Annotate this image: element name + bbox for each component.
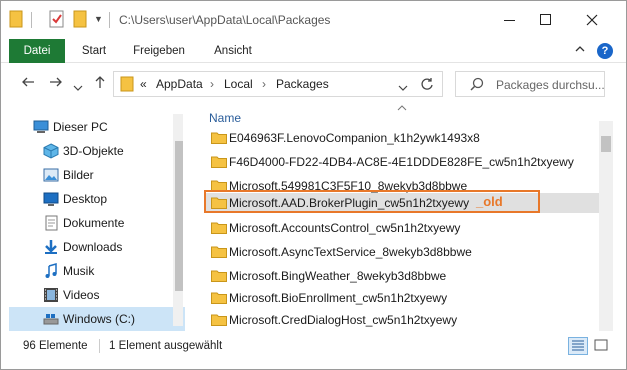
folder-icon	[211, 313, 227, 326]
column-header-name[interactable]: Name	[209, 111, 241, 125]
tab-ansicht[interactable]: Ansicht	[203, 39, 263, 63]
sidebar-item-label: Musik	[63, 264, 95, 278]
collapse-ribbon-icon[interactable]	[575, 44, 585, 56]
maximize-button[interactable]	[523, 1, 569, 39]
folder-icon	[211, 131, 227, 144]
list-item[interactable]: E046963F.LenovoCompanion_k1h2ywk1493x8	[205, 127, 600, 149]
sort-ascending-icon[interactable]	[397, 103, 407, 114]
folder-icon	[211, 155, 227, 168]
sidebar-scroll-thumb[interactable]	[175, 141, 183, 291]
folder-icon	[211, 291, 227, 304]
list-item[interactable]: Microsoft.BioEnrollment_cw5n1h2txyewy	[205, 287, 600, 309]
video-icon	[43, 287, 59, 303]
folder-name: F46D4000-FD22-4DB4-AC8E-4E1DDDE828FE_cw5…	[229, 155, 574, 169]
sidebar-item-label: Bilder	[63, 168, 94, 182]
old-annotation-label: _old	[476, 194, 503, 209]
explorer-window: ▼ C:\Users\user\AppData\Local\Packages D…	[0, 0, 627, 370]
list-item[interactable]: Microsoft.AsyncTextService_8wekyb3d8bbwe	[205, 241, 600, 263]
forward-arrow-icon[interactable]	[49, 75, 63, 92]
back-arrow-icon[interactable]	[21, 75, 35, 92]
folder-icon	[211, 221, 227, 234]
ribbon-tabs: Datei Start Freigeben Ansicht ?	[1, 39, 626, 63]
divider	[31, 12, 33, 32]
folder-name: Microsoft.CredDialogHost_cw5n1h2txyewy	[229, 313, 458, 327]
selection-count: 1 Element ausgewählt	[109, 340, 223, 352]
details-view-button[interactable]	[568, 337, 588, 355]
large-icons-view-button[interactable]	[592, 337, 612, 355]
properties-icon[interactable]	[49, 10, 65, 30]
sidebar-item-label: Windows (C:)	[63, 312, 136, 326]
sidebar-item-label: Desktop	[63, 192, 108, 206]
pc-icon	[33, 119, 49, 135]
list-item[interactable]: Microsoft.BingWeather_8wekyb3d8bbwe	[205, 265, 600, 287]
documents-icon	[43, 215, 59, 231]
search-icon	[470, 77, 484, 94]
sidebar-item-windows-c[interactable]: Windows (C:)	[9, 307, 185, 331]
status-bar: 96 Elemente 1 Element ausgewählt	[1, 333, 626, 359]
list-item[interactable]: Microsoft.AccountsControl_cw5n1h2txyewy	[205, 217, 600, 239]
sidebar-item-dieser-pc[interactable]: Dieser PC	[9, 115, 185, 139]
folder-icon	[211, 269, 227, 282]
crumb-separator[interactable]: ›	[210, 77, 214, 91]
overflow-crumb[interactable]: «	[140, 77, 147, 91]
file-list-scrollbar[interactable]	[599, 121, 613, 331]
desktop-icon	[43, 191, 59, 207]
sidebar-item-bilder[interactable]: Bilder	[9, 163, 185, 187]
sidebar-item-downloads[interactable]: Downloads	[9, 235, 185, 259]
crumb-separator[interactable]: ›	[262, 77, 266, 91]
tab-start[interactable]: Start	[69, 39, 119, 63]
sidebar-item-label: Videos	[63, 288, 100, 302]
folder-name: Microsoft.AccountsControl_cw5n1h2txyewy	[229, 221, 461, 235]
up-arrow-icon[interactable]	[93, 75, 107, 92]
crumb-packages[interactable]: Packages	[276, 77, 329, 91]
navigation-pane: Dieser PC 3D-Objekte Bilder Desktop Doku…	[9, 105, 185, 331]
crumb-local[interactable]: Local	[224, 77, 253, 91]
sidebar-item-videos[interactable]: Videos	[9, 283, 185, 307]
music-icon	[43, 263, 59, 279]
sidebar-item-3d-objekte[interactable]: 3D-Objekte	[9, 139, 185, 163]
folder-icon	[211, 245, 227, 258]
address-dropdown-icon[interactable]	[398, 81, 408, 95]
drive-icon	[43, 311, 59, 327]
sidebar-item-dokumente[interactable]: Dokumente	[9, 211, 185, 235]
sidebar-item-desktop[interactable]: Desktop	[9, 187, 185, 211]
new-folder-icon[interactable]	[73, 10, 87, 30]
list-item[interactable]: F46D4000-FD22-4DB4-AC8E-4E1DDDE828FE_cw5…	[205, 151, 600, 173]
folder-icon	[120, 76, 134, 95]
divider	[109, 12, 111, 32]
sidebar-item-label: 3D-Objekte	[63, 144, 124, 158]
sidebar-item-label: Downloads	[63, 240, 123, 254]
folder-name: Microsoft.AsyncTextService_8wekyb3d8bbwe	[229, 245, 472, 259]
folder-name: Microsoft.BioEnrollment_cw5n1h2txyewy	[229, 291, 448, 305]
help-button[interactable]: ?	[597, 43, 613, 59]
download-icon	[43, 239, 59, 255]
navigation-bar: « AppData › Local › Packages Packages du…	[1, 63, 626, 105]
search-input[interactable]: Packages durchsu...	[455, 71, 605, 97]
file-list: Name E046963F.LenovoCompanion_k1h2ywk149…	[197, 105, 617, 331]
status-divider	[99, 339, 100, 353]
refresh-icon[interactable]	[420, 77, 434, 94]
folder-icon[interactable]	[9, 10, 23, 30]
qa-dropdown-icon[interactable]: ▼	[94, 14, 103, 34]
window-title: C:\Users\user\AppData\Local\Packages	[119, 13, 331, 27]
pictures-icon	[43, 167, 59, 183]
folder-name: Microsoft.BingWeather_8wekyb3d8bbwe	[229, 269, 447, 283]
address-bar[interactable]: « AppData › Local › Packages	[113, 71, 443, 97]
sidebar-item-label: Dieser PC	[53, 120, 108, 134]
search-placeholder: Packages durchsu...	[496, 78, 605, 92]
list-item[interactable]: Microsoft.CredDialogHost_cw5n1h2txyewy	[205, 309, 600, 331]
sidebar-item-musik[interactable]: Musik	[9, 259, 185, 283]
crumb-appdata[interactable]: AppData	[156, 77, 203, 91]
folder-name: E046963F.LenovoCompanion_k1h2ywk1493x8	[229, 131, 480, 145]
cube-icon	[43, 143, 59, 159]
tab-datei[interactable]: Datei	[9, 39, 65, 63]
item-count: 96 Elemente	[23, 340, 88, 352]
recent-locations-icon[interactable]	[73, 79, 83, 95]
sidebar-item-label: Dokumente	[63, 216, 125, 230]
tab-freigeben[interactable]: Freigeben	[125, 39, 193, 63]
title-bar: ▼ C:\Users\user\AppData\Local\Packages	[1, 1, 626, 39]
close-button[interactable]	[569, 1, 615, 39]
file-list-scroll-thumb[interactable]	[601, 136, 611, 152]
